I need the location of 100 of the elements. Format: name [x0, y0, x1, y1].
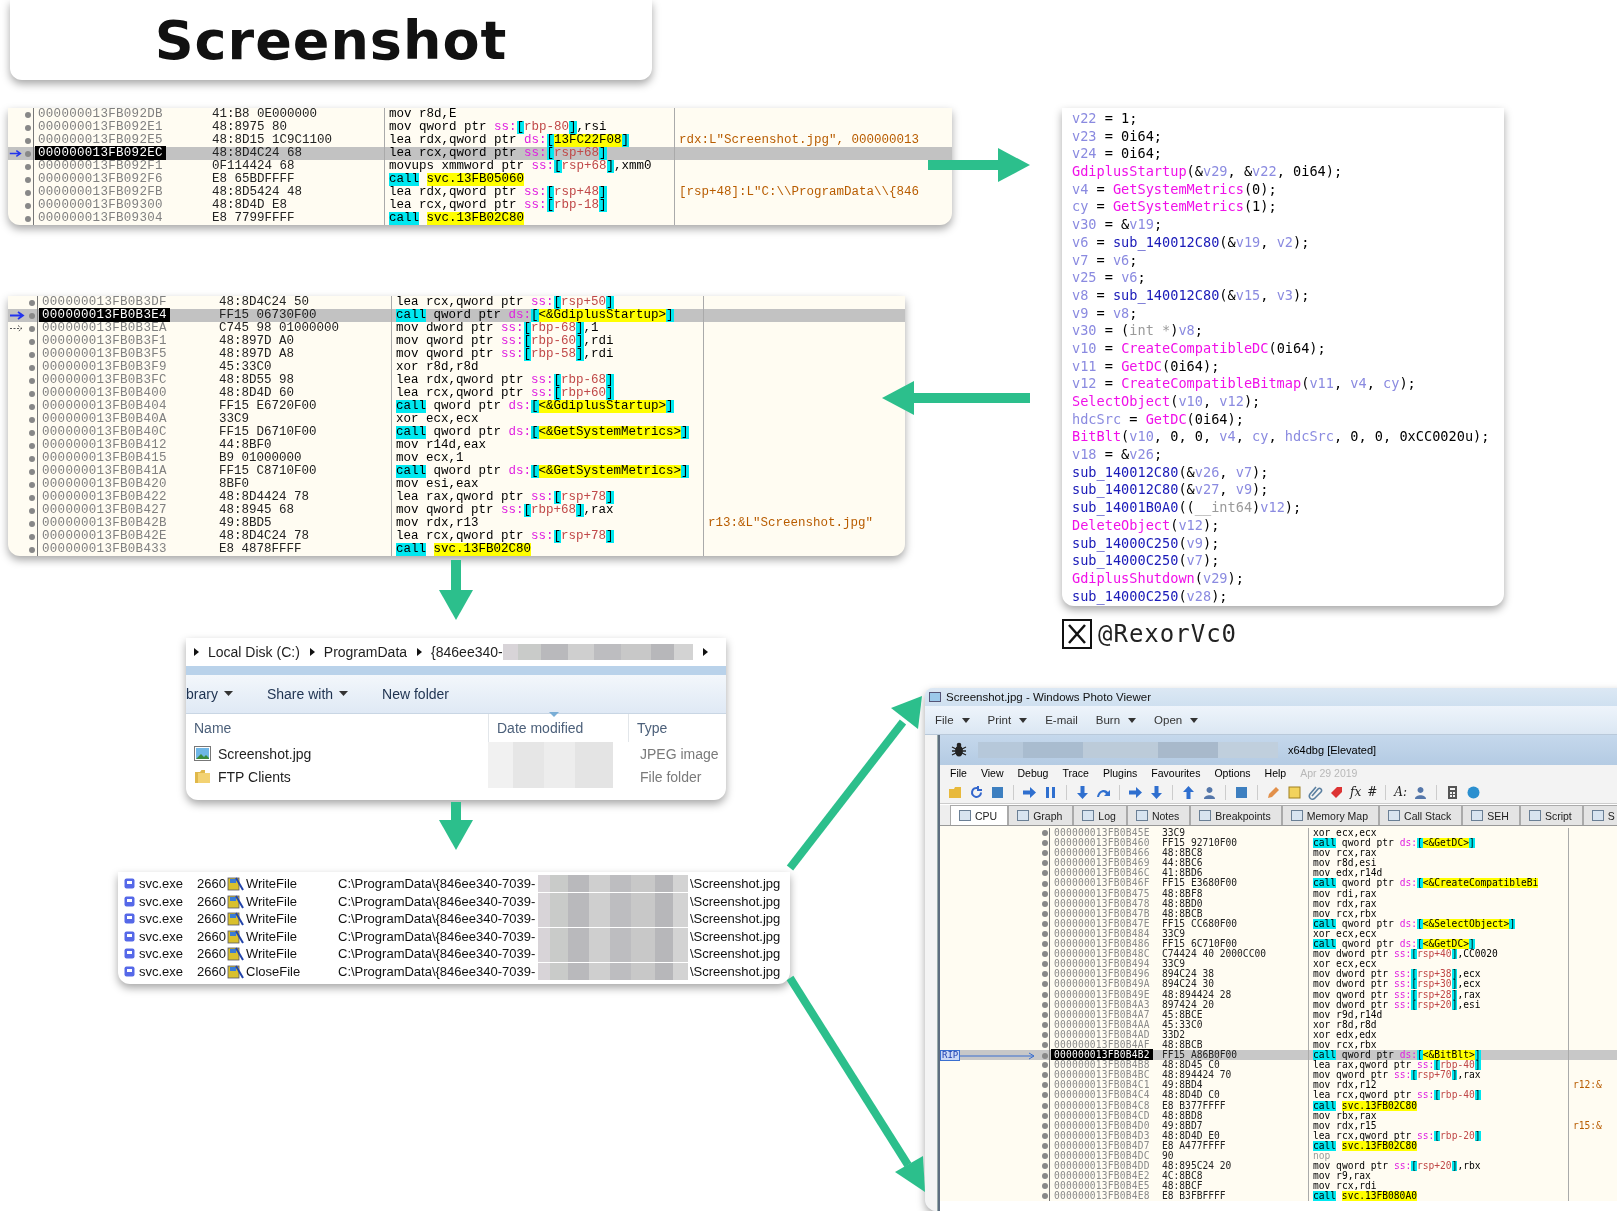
file-name[interactable]: Screenshot.jpg	[218, 745, 312, 762]
toolbar-button[interactable]: brary	[186, 684, 237, 704]
bytes-cell: 48:894424 28	[1162, 988, 1232, 1000]
pencil-icon[interactable]	[1266, 784, 1281, 800]
arrow-right-icon[interactable]	[1128, 784, 1143, 800]
dot-icon	[1041, 1142, 1048, 1149]
menu-button[interactable]: Open	[1154, 714, 1199, 726]
instruction-cell: call qword ptr ds:[<&GetSystemMetrics>]	[396, 465, 689, 478]
process-name: svc.exe	[139, 911, 185, 927]
dot-icon	[1041, 890, 1048, 897]
tab[interactable]: Script	[1519, 805, 1583, 825]
bytes-cell: 48:8BCB	[1162, 907, 1203, 919]
breadcrumb-item[interactable]: Local Disk (C:)	[208, 644, 300, 660]
instruction-cell: mov qword ptr ss:[rbp-60],rdi	[396, 335, 614, 348]
dot-icon	[28, 403, 35, 410]
breadcrumb-item[interactable]: ProgramData	[323, 644, 408, 660]
instruction-cell: call qword ptr ds:[<&SelectObject>]	[1313, 918, 1516, 929]
bytes-cell: 41:B8 0E000000	[212, 108, 318, 121]
menu-button[interactable]: Print	[987, 714, 1028, 726]
process-name: svc.exe	[139, 946, 185, 962]
bytes-cell: FF15 E3680F00	[1162, 877, 1238, 889]
tab[interactable]: SEH	[1462, 805, 1520, 825]
path-cell: \Screenshot.jpg	[690, 946, 781, 962]
window-icon	[959, 810, 971, 821]
person-icon[interactable]	[1413, 784, 1428, 800]
menu-button[interactable]: Burn	[1095, 714, 1137, 726]
folder-icon	[194, 769, 211, 784]
menu-item[interactable]: Help	[1264, 767, 1287, 779]
arrow-down-icon[interactable]	[1075, 784, 1090, 800]
window-icon	[1017, 810, 1030, 821]
tab[interactable]: Memory Map	[1281, 805, 1380, 825]
tab[interactable]: S	[1582, 805, 1617, 825]
code-line: v22 = 1;	[1072, 110, 1138, 126]
tag-icon[interactable]	[1329, 784, 1344, 800]
bytes-cell: 48:8975 80	[212, 120, 287, 134]
address-cell: 000000013FB0B47B	[1054, 907, 1150, 919]
bytes-cell: 33C9	[1162, 827, 1186, 838]
handle-text: @RexorVc0	[1098, 620, 1238, 648]
column-header[interactable]: Type	[628, 714, 726, 742]
address-bar[interactable]: Local Disk (C:) ProgramData {846ee340-	[186, 638, 726, 666]
code-line: v23 = 0i64;	[1072, 127, 1163, 144]
menu-item[interactable]: Favourites	[1151, 767, 1201, 779]
menu-button[interactable]: File	[935, 714, 970, 726]
circular-arrow-icon[interactable]	[969, 784, 984, 800]
tab[interactable]: Breakpoints	[1190, 805, 1282, 825]
app-icon	[124, 895, 135, 907]
address-cell: 000000013FB0B42E	[42, 529, 167, 543]
disk-icon	[227, 911, 244, 927]
instruction-cell: mov r9,rax	[1313, 1171, 1371, 1182]
instruction-cell: mov qword ptr ss:[rbp-80],rsi	[389, 121, 607, 134]
address-cell: 000000013FB0B4AD	[1054, 1028, 1150, 1040]
instruction-cell: call svc.13FB02C80	[389, 212, 525, 225]
path-cell: \Screenshot.jpg	[690, 963, 781, 979]
breadcrumb-item[interactable]: {846ee340-	[431, 644, 503, 660]
calculator-icon[interactable]	[1445, 784, 1460, 800]
code-line: v6 = sub_140012C80(&v19, v2);	[1072, 233, 1310, 250]
menu-item[interactable]: Options	[1214, 767, 1251, 779]
pid-cell: 2660	[197, 911, 227, 927]
tab[interactable]: Graph	[1008, 805, 1074, 825]
tab[interactable]: Call Stack	[1379, 805, 1463, 825]
address-cell: 000000013FB0B4C8	[1054, 1099, 1150, 1111]
address-cell: 000000013FB0B4E2	[1054, 1170, 1150, 1182]
tab[interactable]: Log	[1073, 805, 1127, 825]
pause-icon[interactable]	[1043, 784, 1058, 800]
dot-icon	[1041, 1062, 1048, 1069]
menu-item[interactable]: Plugins	[1102, 767, 1138, 779]
toolbar-button[interactable]: New folder	[378, 684, 453, 704]
square-icon[interactable]	[990, 784, 1005, 800]
address-cell: 000000013FB0B40A	[42, 412, 167, 426]
menu-item[interactable]: Trace	[1062, 767, 1089, 779]
menu-button[interactable]: E-mail	[1045, 714, 1078, 726]
menu-item[interactable]: Debug	[1017, 767, 1049, 779]
path-cell: \Screenshot.jpg	[690, 876, 781, 892]
arrow-down-icon[interactable]	[1149, 784, 1164, 800]
operation-cell-text: WriteFile	[246, 946, 299, 962]
address-cell: 000000013FB0B4B2	[1051, 1049, 1153, 1061]
person-icon[interactable]	[1202, 784, 1217, 800]
bytes-cell: 48:8BCF	[1162, 1180, 1203, 1192]
paperclip-icon[interactable]	[1308, 784, 1323, 800]
toolbar-button[interactable]: #	[1367, 785, 1378, 799]
dot-icon	[1041, 1001, 1048, 1008]
window-icon	[1135, 810, 1148, 821]
column-header[interactable]: Name	[186, 714, 488, 742]
address-cell: 000000013FB0B404	[42, 399, 167, 413]
file-name[interactable]: FTP Clients	[218, 768, 291, 785]
toolbar-button[interactable]: Share with	[262, 684, 353, 704]
address-cell: 000000013FB09300	[38, 198, 163, 212]
instruction-cell: xor edx,edx	[1313, 1029, 1377, 1040]
menu-item[interactable]: View	[980, 767, 1004, 779]
square-icon[interactable]	[1234, 784, 1249, 800]
arrow-right-icon[interactable]	[1022, 784, 1037, 800]
dot-icon	[1041, 1011, 1048, 1018]
instruction-cell: mov edx,r14d	[1313, 868, 1383, 879]
bytes-cell: 48:8BC8	[1162, 847, 1203, 859]
toolbar-button[interactable]: A:	[1394, 785, 1407, 799]
menu-item[interactable]: File	[950, 767, 967, 779]
tab[interactable]: CPU	[950, 805, 1009, 825]
toolbar-button[interactable]: fx	[1350, 785, 1362, 799]
tab[interactable]: Notes	[1126, 805, 1191, 825]
arrow-up-icon[interactable]	[1181, 784, 1196, 800]
